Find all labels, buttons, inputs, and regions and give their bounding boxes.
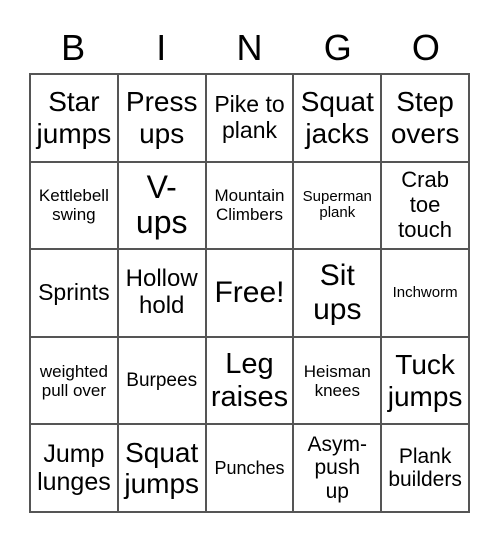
bingo-cell-label: Squat jacks <box>300 86 374 149</box>
header-letter-n: N <box>236 27 263 68</box>
bingo-cell[interactable]: Plank builders <box>381 424 469 512</box>
bingo-cell[interactable]: V- ups <box>117 161 206 250</box>
bingo-cell-label: Step overs <box>390 86 460 149</box>
bingo-cell[interactable]: Punches <box>205 424 294 512</box>
bingo-cell-label: Asym- push up <box>307 432 368 503</box>
bingo-cell-label: Kettlebell swing <box>38 186 109 225</box>
bingo-cell[interactable]: Hollow hold <box>117 249 206 337</box>
bingo-cell[interactable]: weighted pull over <box>30 336 118 425</box>
bingo-cell-label: Jump lunges <box>37 440 111 497</box>
bingo-cell[interactable]: Press ups <box>117 74 206 162</box>
bingo-cell[interactable]: Heisman knees <box>293 336 382 425</box>
header-letter-i: I <box>156 27 167 68</box>
bingo-cell-label: weighted pull over <box>39 361 108 400</box>
bingo-cell-label: Free! <box>214 276 285 310</box>
bingo-cell-label: Press ups <box>125 86 198 149</box>
bingo-cell[interactable]: Pike to plank <box>205 74 294 162</box>
bingo-cell-label: Plank builders <box>388 444 462 492</box>
bingo-cell[interactable]: Sprints <box>30 249 118 337</box>
bingo-cell-label: Star jumps <box>36 86 112 149</box>
bingo-cell-label: Punches <box>214 458 285 479</box>
bingo-cell-label: Squat jumps <box>124 436 200 500</box>
bingo-cell[interactable]: Leg raises <box>205 336 294 425</box>
bingo-cell-label: V- ups <box>135 168 188 241</box>
bingo-cell[interactable]: Squat jacks <box>293 74 382 162</box>
bingo-grid: Star jumps Press ups Pike to plank Squat ja… <box>29 73 470 513</box>
bingo-cell-label: Tuck jumps <box>387 349 463 412</box>
bingo-cell[interactable]: Squat jumps <box>117 424 206 512</box>
bingo-header: B I N G O <box>29 26 470 70</box>
bingo-cell[interactable]: Tuck jumps <box>381 336 469 425</box>
bingo-cell[interactable]: Step overs <box>381 74 469 162</box>
bingo-cell[interactable]: Sit ups <box>293 249 382 337</box>
bingo-cell-label: Hollow hold <box>125 265 198 319</box>
bingo-cell[interactable]: Superman plank <box>293 161 382 250</box>
bingo-cell-label: Inchworm <box>392 283 458 301</box>
bingo-cell[interactable]: Jump lunges <box>30 424 118 512</box>
bingo-cell[interactable]: Free! <box>205 249 294 337</box>
bingo-cell-label: Superman plank <box>302 187 372 222</box>
header-letter-b: B <box>61 27 86 68</box>
bingo-cell[interactable]: Inchworm <box>381 249 469 337</box>
header-letter-g: G <box>323 27 352 68</box>
bingo-cell-label: Sprints <box>38 279 110 306</box>
bingo-cell[interactable]: Burpees <box>117 336 206 425</box>
bingo-cell-label: Pike to plank <box>214 91 285 143</box>
bingo-cell[interactable]: Asym- push up <box>293 424 382 512</box>
bingo-cell-label: Crab toe touch <box>398 167 452 242</box>
bingo-cell[interactable]: Mountain Climbers <box>205 161 294 250</box>
header-letter-o: O <box>411 27 440 68</box>
bingo-cell[interactable]: Crab toe touch <box>381 161 469 250</box>
bingo-cell-label: Heisman knees <box>303 361 371 400</box>
bingo-cell-label: Sit ups <box>313 259 362 326</box>
bingo-cell[interactable]: Kettlebell swing <box>30 161 118 250</box>
bingo-cell-label: Leg raises <box>210 348 289 413</box>
bingo-cell[interactable]: Star jumps <box>30 74 118 162</box>
bingo-cell-label: Burpees <box>126 369 198 391</box>
bingo-cell-label: Mountain Climbers <box>214 186 285 225</box>
